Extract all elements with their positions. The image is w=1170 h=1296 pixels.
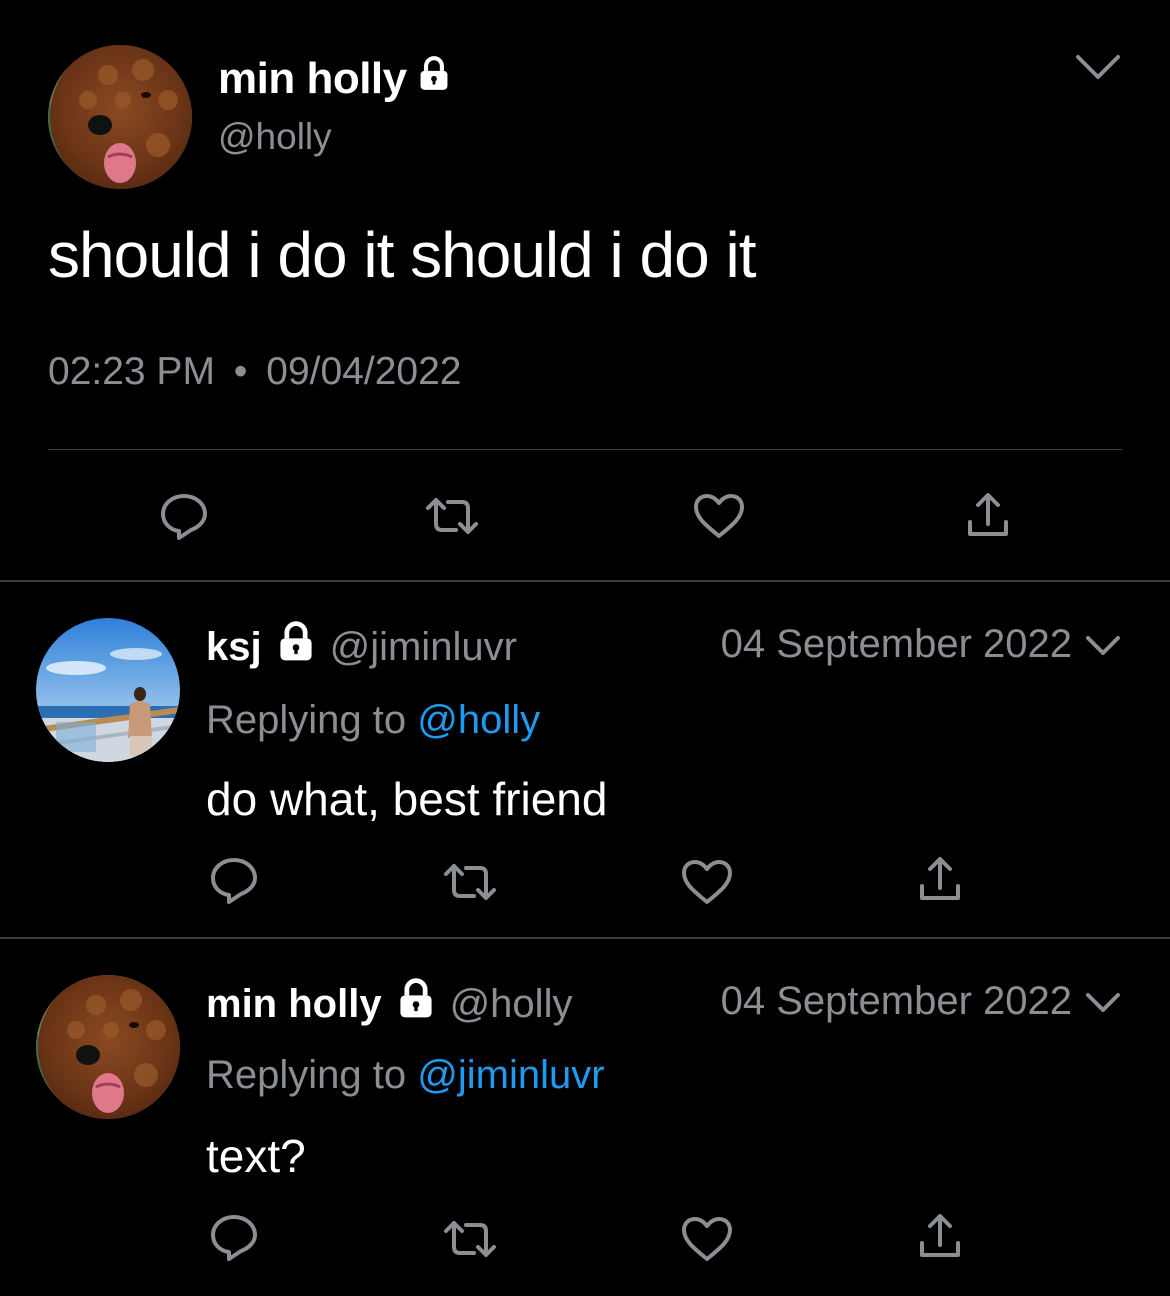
mention-link[interactable]: @holly xyxy=(417,698,540,742)
reply-header: min holly @holly xyxy=(206,977,572,1031)
chevron-down-icon[interactable] xyxy=(1084,634,1122,663)
retweet-icon[interactable] xyxy=(442,1215,498,1268)
lock-icon xyxy=(274,620,318,674)
meta-separator: • xyxy=(233,350,248,393)
tweet-text: should i do it should i do it xyxy=(48,219,756,291)
user-handle[interactable]: @holly xyxy=(450,982,573,1027)
display-name[interactable]: min holly xyxy=(218,54,453,104)
lock-icon xyxy=(415,54,453,104)
tweet-thread: min holly @holly should i do it should i… xyxy=(0,0,1170,1296)
avatar-dog[interactable] xyxy=(48,45,192,189)
tweet-date: 09/04/2022 xyxy=(266,350,462,393)
share-icon[interactable] xyxy=(964,490,1012,545)
user-handle[interactable]: @holly xyxy=(218,116,332,158)
display-name[interactable]: min holly xyxy=(206,982,382,1027)
like-icon[interactable] xyxy=(680,1215,734,1268)
lock-icon xyxy=(394,977,438,1031)
replying-to: Replying to @holly xyxy=(206,698,540,743)
main-tweet[interactable]: min holly @holly should i do it should i… xyxy=(0,0,1170,582)
user-handle[interactable]: @jiminluvr xyxy=(330,625,517,670)
retweet-icon[interactable] xyxy=(442,858,498,911)
share-icon[interactable] xyxy=(916,854,964,909)
replying-prefix: Replying to xyxy=(206,698,407,742)
reply-icon[interactable] xyxy=(208,854,260,911)
reply-date: 04 September 2022 xyxy=(720,622,1072,666)
chevron-down-icon[interactable] xyxy=(1084,991,1122,1020)
tweet-timestamp: 02:23 PM • 09/04/2022 xyxy=(48,350,461,394)
avatar-dog[interactable] xyxy=(36,975,180,1119)
reply-icon[interactable] xyxy=(208,1211,260,1268)
divider xyxy=(48,449,1122,450)
like-icon[interactable] xyxy=(680,858,734,911)
avatar-beach[interactable] xyxy=(36,618,180,762)
display-name[interactable]: ksj xyxy=(206,625,262,670)
share-icon[interactable] xyxy=(916,1211,964,1266)
replying-prefix: Replying to xyxy=(206,1053,407,1097)
reply-date: 04 September 2022 xyxy=(720,979,1072,1023)
retweet-icon[interactable] xyxy=(424,492,480,545)
display-name-text[interactable]: min holly xyxy=(218,54,407,104)
tweet-time: 02:23 PM xyxy=(48,350,215,393)
reply-text: do what, best friend xyxy=(206,773,608,825)
reply-tweet[interactable]: min holly @holly 04 September 2022 Reply… xyxy=(0,939,1170,1296)
reply-icon[interactable] xyxy=(158,490,210,547)
reply-tweet[interactable]: ksj @jiminluvr 04 September 2022 Replyin… xyxy=(0,582,1170,938)
replying-to: Replying to @jiminluvr xyxy=(206,1053,605,1098)
reply-text: text? xyxy=(206,1130,306,1182)
chevron-down-icon[interactable] xyxy=(1074,52,1122,87)
reply-header: ksj @jiminluvr xyxy=(206,620,517,674)
mention-link[interactable]: @jiminluvr xyxy=(417,1053,604,1097)
like-icon[interactable] xyxy=(692,492,746,545)
